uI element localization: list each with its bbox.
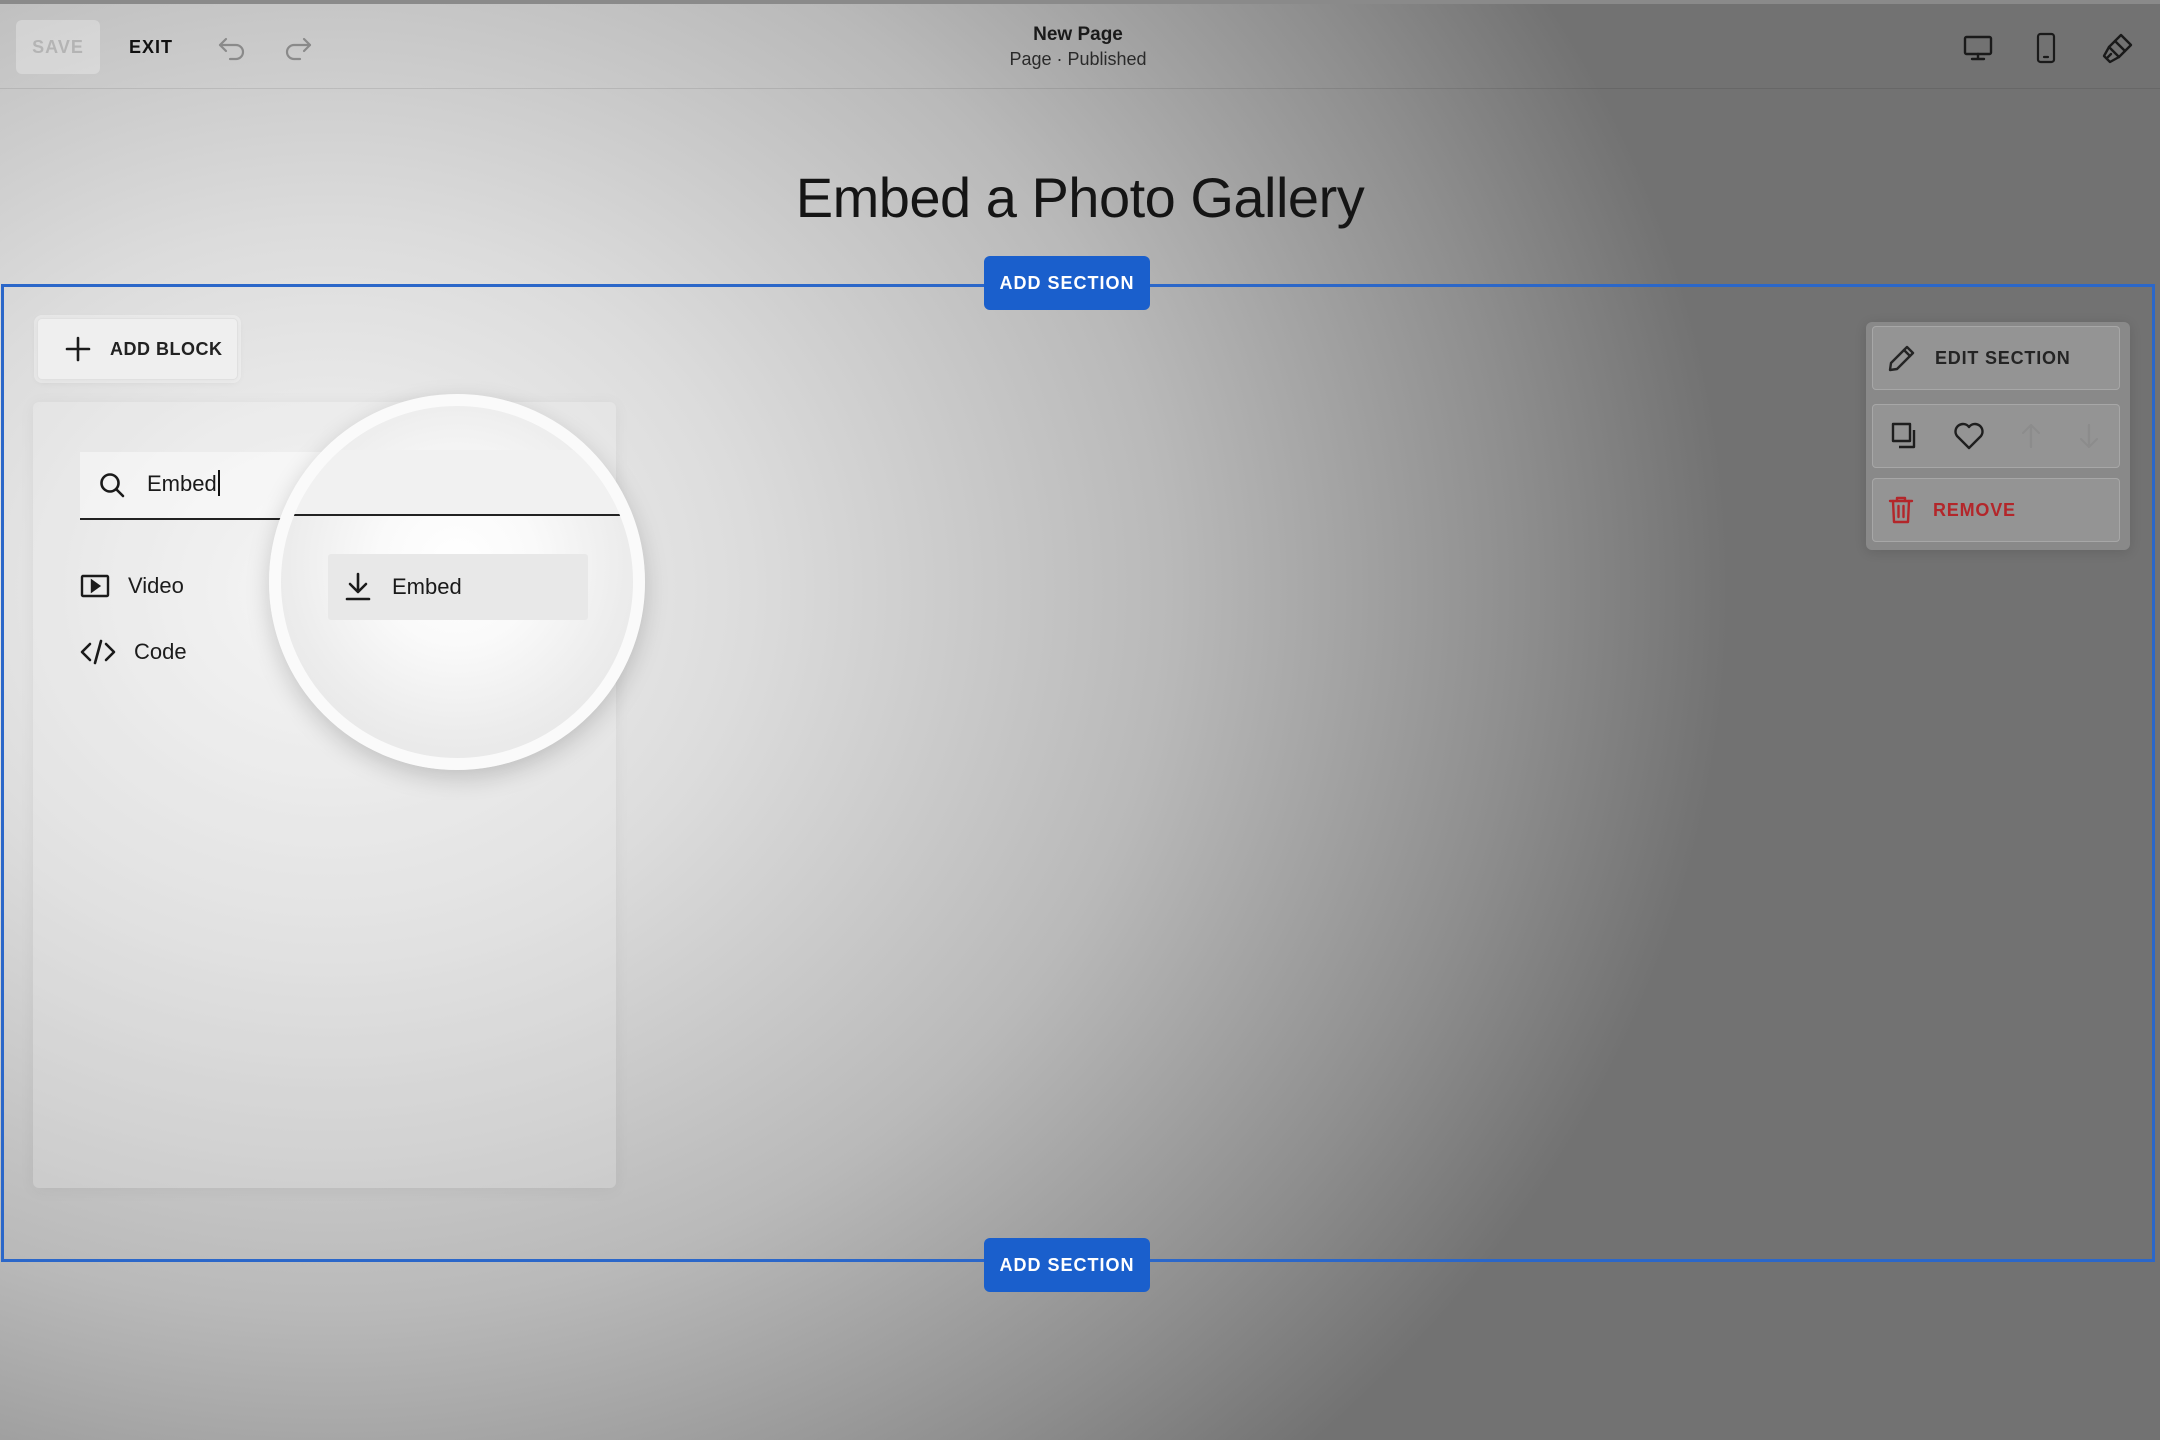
text-cursor xyxy=(217,470,220,496)
plus-icon xyxy=(65,336,91,362)
duplicate-icon[interactable] xyxy=(1891,422,1919,450)
add-section-button-bottom[interactable]: ADD SECTION xyxy=(984,1238,1150,1292)
page-title[interactable]: Embed a Photo Gallery xyxy=(580,158,1580,238)
add-block-button[interactable]: ADD BLOCK xyxy=(37,318,238,380)
exit-button[interactable]: EXIT xyxy=(118,20,184,74)
download-icon xyxy=(345,572,371,601)
result-video[interactable]: Video xyxy=(80,566,184,606)
page-status: Page · Published xyxy=(1009,49,1147,69)
code-icon xyxy=(80,639,116,665)
pencil-icon xyxy=(1888,345,1915,372)
desktop-icon[interactable] xyxy=(1954,26,2002,70)
search-value: Embed xyxy=(147,471,217,496)
paintbrush-icon[interactable] xyxy=(2094,24,2142,72)
edit-section-button[interactable]: EDIT SECTION xyxy=(1872,326,2120,390)
trash-icon xyxy=(1888,496,1914,524)
heart-icon[interactable] xyxy=(1953,422,1985,450)
undo-icon[interactable] xyxy=(212,28,252,68)
arrow-up-icon[interactable] xyxy=(2019,422,2043,450)
add-section-button[interactable]: ADD SECTION xyxy=(984,256,1150,310)
save-button[interactable]: SAVE xyxy=(16,20,100,74)
redo-icon[interactable] xyxy=(278,28,318,68)
result-embed[interactable]: Embed xyxy=(328,554,588,620)
result-label: Embed xyxy=(392,574,462,599)
page-info[interactable]: New Page Page · Published xyxy=(878,22,1278,72)
video-icon xyxy=(80,574,110,598)
search-icon xyxy=(100,473,125,498)
arrow-down-icon[interactable] xyxy=(2077,422,2101,450)
page-name: New Page xyxy=(1033,24,1123,45)
magnified-search-field xyxy=(281,450,633,516)
result-code[interactable]: Code xyxy=(80,632,187,672)
editor-toolbar: SAVE EXIT New Page Page · Published xyxy=(0,4,2160,89)
result-label: Video xyxy=(128,573,184,598)
edit-section-label: EDIT SECTION xyxy=(1935,347,2071,368)
section-actions-row xyxy=(1872,404,2120,468)
remove-section-button[interactable]: REMOVE xyxy=(1872,478,2120,542)
result-label: Code xyxy=(134,639,187,664)
remove-label: REMOVE xyxy=(1933,499,2016,520)
mobile-icon[interactable] xyxy=(2024,24,2068,72)
add-block-label: ADD BLOCK xyxy=(110,338,223,359)
